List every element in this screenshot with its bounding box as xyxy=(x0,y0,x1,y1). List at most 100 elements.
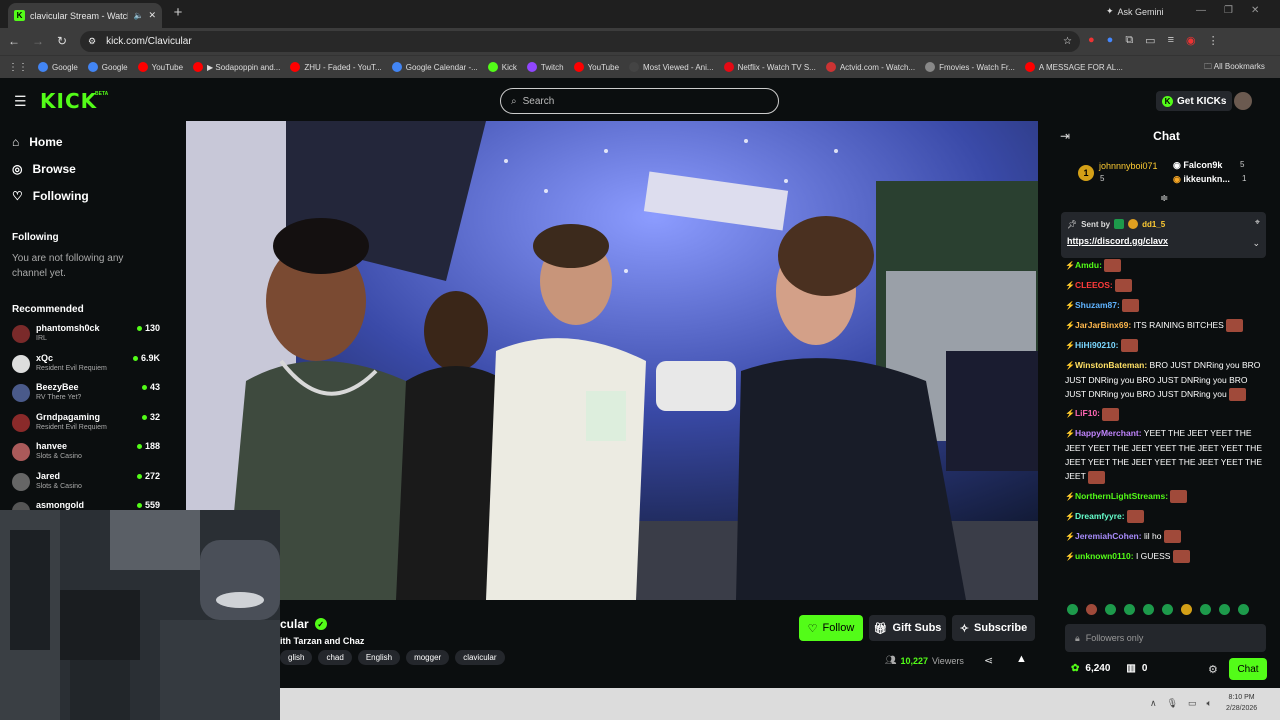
chevron-down-icon[interactable]: ⌄ xyxy=(1252,238,1260,249)
kicks-balance[interactable]: ✿ 6,240 ▥ 0 xyxy=(1071,663,1147,674)
bookmark-item[interactable]: Kick xyxy=(487,62,517,72)
sidebar-item-browse[interactable]: ◎ Browse xyxy=(12,162,76,176)
emote-icon[interactable] xyxy=(1105,604,1116,615)
bookmark-item[interactable]: YouTube xyxy=(573,62,619,72)
bookmark-item[interactable]: Actvid.com - Watch... xyxy=(825,62,915,72)
volume-icon[interactable]: 🔈︎ xyxy=(1207,698,1212,709)
share-icon[interactable]: ⋖ xyxy=(984,654,993,667)
leader-name[interactable]: johnnnyboi071 xyxy=(1099,161,1158,171)
chat-username[interactable]: Shuzam87 xyxy=(1075,300,1117,310)
cast-icon[interactable]: ▭ xyxy=(1145,34,1155,47)
gift-subs-button[interactable]: 🎁︎ Gift Subs xyxy=(869,615,946,641)
stream-tag[interactable]: English xyxy=(357,650,401,665)
chat-username[interactable]: NorthernLightStreams xyxy=(1075,491,1165,501)
report-warning-icon[interactable]: ▲ xyxy=(1016,653,1027,665)
chat-settings-icon[interactable]: ⚙ xyxy=(1208,663,1218,676)
chat-username[interactable]: CLEEOS xyxy=(1075,280,1110,290)
pinned-sender[interactable]: dd1_5 xyxy=(1142,220,1165,229)
ask-gemini-button[interactable]: ✦ Ask Gemini xyxy=(1106,6,1164,17)
chat-username[interactable]: LiF10 xyxy=(1075,408,1097,418)
chat-username[interactable]: unknown0110 xyxy=(1075,551,1131,561)
get-kicks-button[interactable]: K Get KICKs xyxy=(1156,91,1233,111)
stream-tag[interactable]: chad xyxy=(318,650,352,665)
system-clock[interactable]: 8:10 PM 2/28/2026 xyxy=(1226,692,1257,714)
stream-tag[interactable]: clavicular xyxy=(455,650,505,665)
all-bookmarks-button[interactable]: 🗀 All Bookmarks xyxy=(1204,61,1265,75)
recommended-channel[interactable]: phantomsh0ck IRL 130 xyxy=(12,321,160,350)
emote-icon[interactable] xyxy=(1238,604,1249,615)
recommended-channel[interactable]: xQc Resident Evil Requiem 6.9K xyxy=(12,351,160,380)
extension-icon[interactable]: ● xyxy=(1088,34,1095,47)
leader-name[interactable]: ◉ Falcon9k xyxy=(1173,160,1222,171)
recommended-channel[interactable]: Grndpagaming Resident Evil Requiem 32 xyxy=(12,410,160,439)
network-icon[interactable]: ▭ xyxy=(1188,698,1197,709)
chat-username[interactable]: Amdu xyxy=(1075,260,1099,270)
chat-username[interactable]: Dreamfyyre xyxy=(1075,511,1122,521)
back-arrow-icon[interactable]: ← xyxy=(6,34,22,48)
subscribe-button[interactable]: ✧ Subscribe xyxy=(952,615,1035,641)
stream-tag[interactable]: glish xyxy=(280,650,313,665)
emote-icon[interactable] xyxy=(1219,604,1230,615)
stream-tag[interactable]: mogger xyxy=(406,650,450,665)
menu-dots-icon[interactable]: ⋮ xyxy=(1208,34,1219,47)
search-input[interactable]: ⌕ Search xyxy=(500,88,779,114)
chat-username[interactable]: HiHi90210 xyxy=(1075,340,1116,350)
bookmark-item[interactable]: Fmovies - Watch Fr... xyxy=(925,62,1015,72)
recommended-channel[interactable]: hanvee Slots & Casino 188 xyxy=(12,439,160,468)
address-bar[interactable]: ⚙ kick.com/Clavicular ☆ xyxy=(80,31,1080,52)
forward-arrow-icon[interactable]: → xyxy=(30,34,46,48)
minimize-icon[interactable]: — xyxy=(1196,5,1206,16)
emote-icon[interactable] xyxy=(1067,604,1078,615)
bookmark-item[interactable]: Google xyxy=(38,62,78,72)
video-player[interactable] xyxy=(186,121,1038,600)
close-tab-icon[interactable]: ✕ xyxy=(148,10,156,21)
follow-button[interactable]: ♡ Follow xyxy=(799,615,863,641)
emote-icon[interactable] xyxy=(1124,604,1135,615)
close-window-icon[interactable]: ✕ xyxy=(1251,5,1259,16)
bookmark-item[interactable]: Google Calendar -... xyxy=(391,62,478,72)
speaker-icon[interactable]: 🔈 xyxy=(133,11,143,20)
chat-input[interactable]: 🔒︎ Followers only xyxy=(1065,624,1266,652)
chat-username[interactable]: WinstonBateman xyxy=(1075,360,1144,370)
bookmark-item[interactable]: A MESSAGE FOR AL... xyxy=(1024,62,1123,72)
recommended-channel[interactable]: BeezyBee RV There Yet? 43 xyxy=(12,380,160,409)
user-avatar[interactable] xyxy=(1234,92,1252,110)
maximize-icon[interactable]: ❐ xyxy=(1224,5,1233,16)
chat-username[interactable]: JarJarBinx69 xyxy=(1075,320,1128,330)
emote-icon[interactable] xyxy=(1143,604,1154,615)
emote-icon[interactable] xyxy=(1181,604,1192,615)
chat-username[interactable]: HappyMerchant xyxy=(1075,428,1139,438)
emote-icon[interactable] xyxy=(1086,604,1097,615)
media-icon[interactable]: ≡ xyxy=(1168,34,1174,47)
apps-icon[interactable]: ⋮⋮ xyxy=(8,62,28,73)
bookmark-item[interactable]: ▶ Sodapoppin and... xyxy=(193,62,280,72)
unpin-icon[interactable]: ⌖ xyxy=(1255,217,1260,228)
browser-tab[interactable]: K clavicular Stream - Watch L 🔈 ✕ xyxy=(8,3,162,28)
bookmark-item[interactable]: Most Viewed - Ani... xyxy=(629,62,714,72)
bookmark-item[interactable]: Google xyxy=(87,62,128,72)
kick-logo[interactable]: KICK xyxy=(40,89,97,113)
pinned-link[interactable]: https://discord.gg/clavx xyxy=(1067,236,1168,246)
emote-icon[interactable] xyxy=(1162,604,1173,615)
new-tab-button[interactable]: + xyxy=(170,5,186,21)
profile-icon[interactable]: ◉ xyxy=(1186,34,1196,47)
bookmark-item[interactable]: ZHU - Faded - YouT... xyxy=(290,62,382,72)
recommended-channel[interactable]: Jared Slots & Casino 272 xyxy=(12,469,160,498)
send-chat-button[interactable]: Chat xyxy=(1229,658,1267,680)
puzzle-icon[interactable]: ⧉ xyxy=(1125,34,1133,47)
expand-leaderboard-icon[interactable]: ≑ xyxy=(1160,193,1168,204)
bookmark-item[interactable]: YouTube xyxy=(137,62,183,72)
bookmark-star-icon[interactable]: ☆ xyxy=(1063,36,1072,47)
bookmark-item[interactable]: Twitch xyxy=(526,62,564,72)
sidebar-item-following[interactable]: ♡ Following xyxy=(12,189,89,203)
channel-name[interactable]: cular ✓ xyxy=(280,617,327,631)
emote-icon[interactable] xyxy=(1200,604,1211,615)
chat-username[interactable]: JeremiahCohen xyxy=(1075,531,1139,541)
sidebar-item-home[interactable]: ⌂ Home xyxy=(12,135,63,149)
reload-icon[interactable]: ↻ xyxy=(54,34,70,48)
hamburger-menu-icon[interactable]: ☰ xyxy=(14,93,27,110)
bookmark-item[interactable]: Netflix - Watch TV S... xyxy=(723,62,816,72)
extension-icon[interactable]: ● xyxy=(1107,34,1114,47)
mic-icon[interactable]: 🎙︎ xyxy=(1167,698,1178,709)
site-info-icon[interactable]: ⚙ xyxy=(88,36,96,47)
